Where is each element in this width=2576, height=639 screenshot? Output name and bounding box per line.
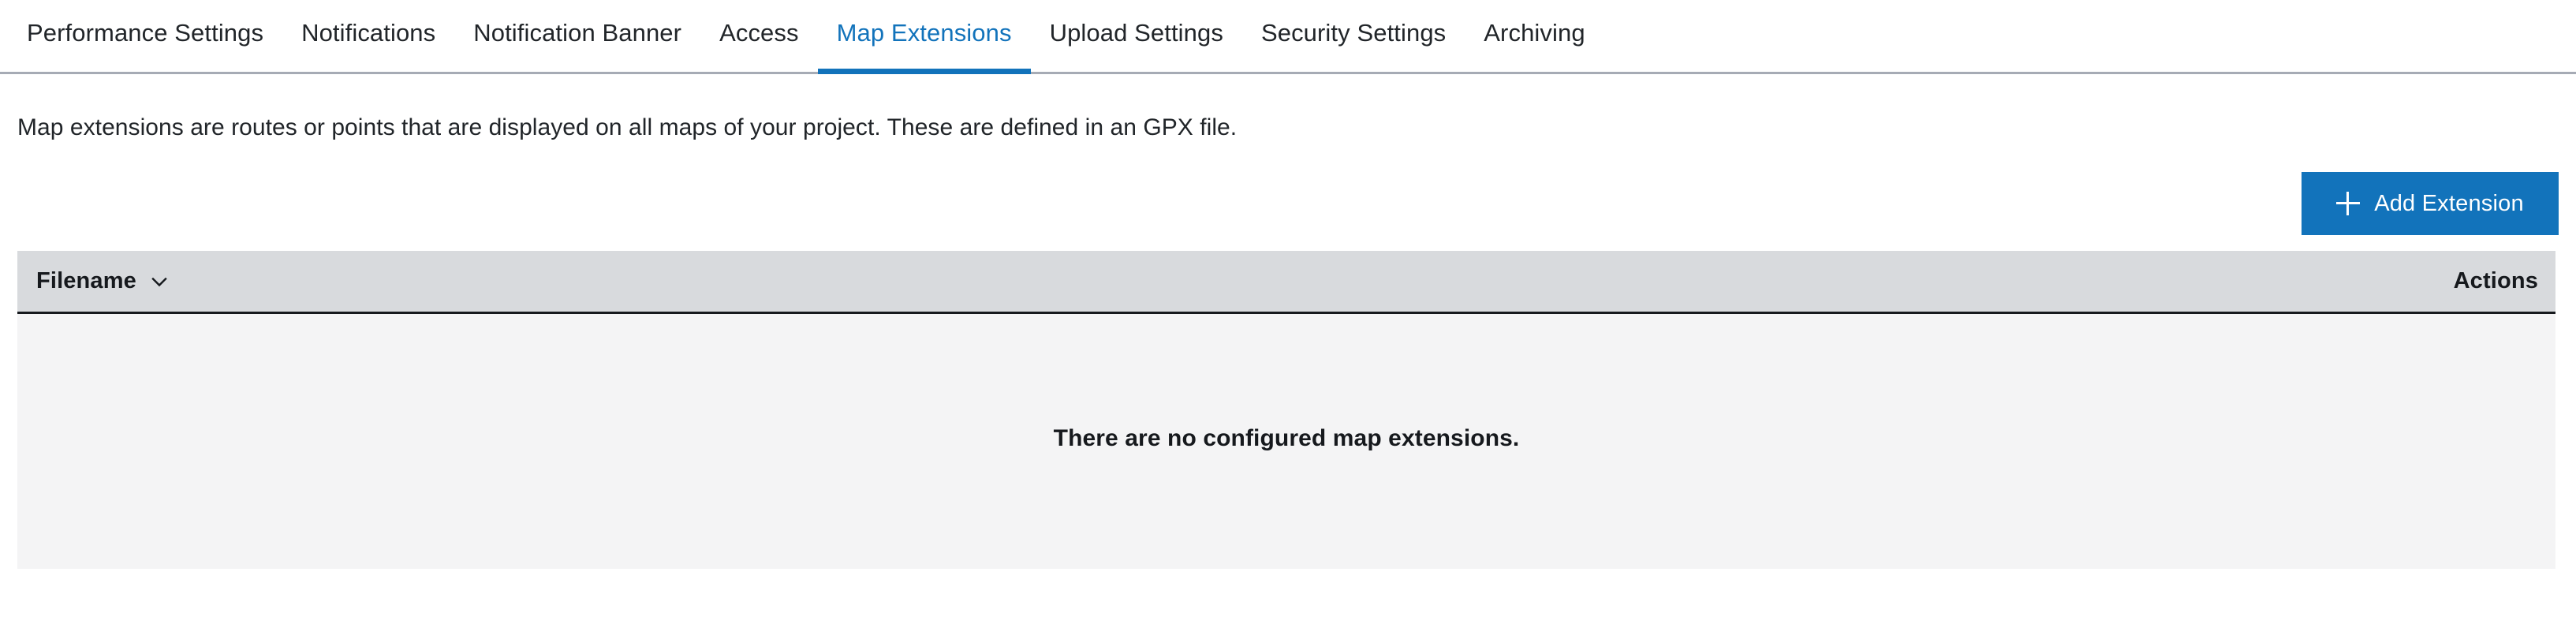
tab-map-extensions[interactable]: Map Extensions xyxy=(817,0,1031,74)
tab-label: Notifications xyxy=(301,19,436,47)
tab-label: Upload Settings xyxy=(1049,19,1223,47)
tab-notification-banner[interactable]: Notification Banner xyxy=(454,0,700,72)
tab-performance-settings[interactable]: Performance Settings xyxy=(8,0,282,72)
tab-label: Map Extensions xyxy=(836,19,1012,47)
column-header-actions: Actions xyxy=(2454,268,2538,294)
empty-state-message: There are no configured map extensions. xyxy=(1053,424,1520,451)
tab-label: Archiving xyxy=(1484,19,1585,47)
tab-archiving[interactable]: Archiving xyxy=(1465,0,1603,72)
chevron-down-icon[interactable] xyxy=(149,271,170,292)
tab-label: Performance Settings xyxy=(27,19,264,47)
panel-description: Map extensions are routes or points that… xyxy=(17,114,1238,140)
tab-label: Notification Banner xyxy=(473,19,682,47)
settings-tab-bar: Performance Settings Notifications Notif… xyxy=(0,0,2576,74)
panel-action-row: Add Extension xyxy=(17,172,2559,235)
tab-label: Access xyxy=(719,19,799,47)
map-extensions-table: Filename Actions There are no configured… xyxy=(17,251,2555,569)
add-extension-button[interactable]: Add Extension xyxy=(2302,172,2559,235)
column-header-label: Actions xyxy=(2453,268,2538,293)
tab-access[interactable]: Access xyxy=(700,0,818,72)
add-extension-label: Add Extension xyxy=(2374,190,2524,216)
table-header-row: Filename Actions xyxy=(17,251,2555,314)
map-extensions-panel: Map extensions are routes or points that… xyxy=(0,112,2576,569)
tab-notifications[interactable]: Notifications xyxy=(282,0,454,72)
tab-security-settings[interactable]: Security Settings xyxy=(1242,0,1465,72)
tab-label: Security Settings xyxy=(1260,19,1447,47)
column-header-label: Filename xyxy=(36,268,136,293)
column-header-filename[interactable]: Filename xyxy=(36,268,2454,294)
plus-icon xyxy=(2336,192,2361,215)
table-body: There are no configured map extensions. xyxy=(17,314,2555,569)
tab-upload-settings[interactable]: Upload Settings xyxy=(1031,0,1242,72)
